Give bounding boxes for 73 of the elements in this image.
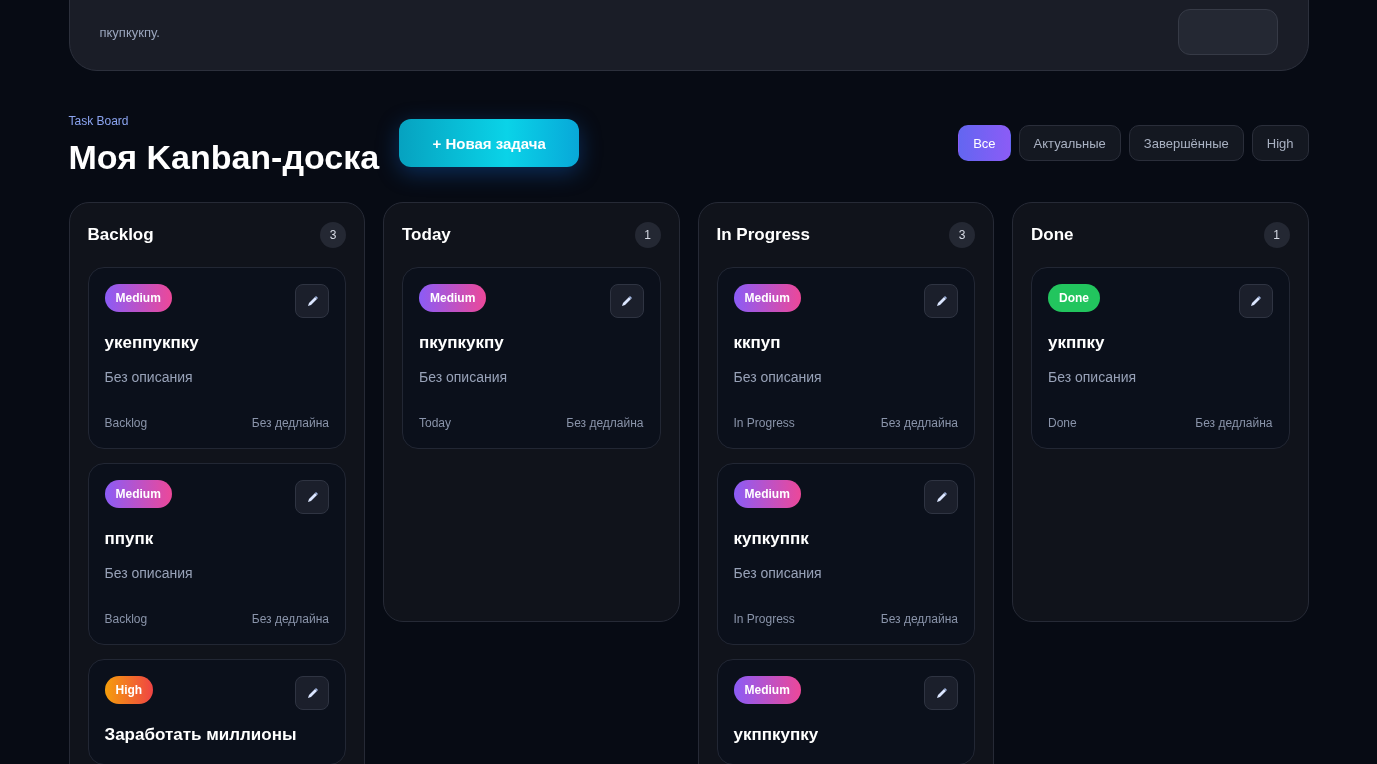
task-description: Без описания: [733, 564, 823, 582]
task-card[interactable]: Medium укеппукпку Без описания Backlog Без дедлайна: [87, 267, 346, 449]
task-card[interactable]: Medium ккпуп Без описания In Progress Без дедлайна: [716, 267, 975, 449]
task-card[interactable]: Medium ппупк Без описания Backlog Без дедлайна: [87, 463, 346, 645]
edit-button[interactable]: [924, 676, 958, 710]
pencil-icon: [620, 294, 633, 308]
task-card[interactable]: Medium пкупкукпу Без описания Today Без дедлайна: [402, 267, 661, 449]
edit-button[interactable]: [1238, 284, 1273, 318]
filter-tab[interactable]: Завершённые: [1128, 125, 1244, 161]
eyebrow-label: Task Board: [68, 113, 130, 129]
task-title: купкуппк: [733, 528, 810, 550]
task-title: укппку: [1048, 332, 1106, 354]
column-title: In Progress: [716, 225, 811, 245]
priority-badge: Medium: [733, 676, 801, 704]
pencil-icon: [305, 686, 319, 700]
filter-tab[interactable]: Актуальные: [1018, 125, 1121, 161]
pencil-icon: [305, 294, 319, 308]
task-status: In Progress: [733, 416, 795, 430]
task-description: Без описания: [419, 368, 509, 386]
count-badge: 3: [949, 222, 975, 248]
task-title: ккпуп: [733, 332, 782, 354]
task-deadline: Без дедлайна: [880, 612, 958, 626]
task-deadline: Без дедлайна: [251, 416, 329, 430]
task-status: In Progress: [733, 612, 795, 626]
edit-button[interactable]: [295, 676, 329, 710]
task-card[interactable]: Medium укппкупку: [716, 659, 975, 764]
edit-button[interactable]: [295, 284, 329, 318]
edit-button[interactable]: [295, 480, 329, 514]
priority-badge: Medium: [104, 480, 172, 508]
task-title: укеппукпку: [104, 332, 200, 354]
task-description: Без описания: [104, 368, 194, 386]
column-title: Today: [402, 225, 451, 245]
task-card[interactable]: Medium купкуппк Без описания In Progress Без дедлайна: [716, 463, 975, 645]
task-title: укппкупку: [733, 724, 820, 746]
edit-button[interactable]: [924, 480, 958, 514]
task-deadline: Без дедлайна: [1195, 416, 1273, 430]
task-status: Today: [419, 416, 452, 430]
task-title: ппупк: [104, 528, 155, 550]
task-description: Без описания: [1048, 368, 1138, 386]
pencil-icon: [1249, 294, 1262, 308]
priority-text: пкупкукпу.: [99, 24, 160, 42]
filter-tab[interactable]: High: [1251, 125, 1309, 161]
task-title: пкупкукпу: [419, 332, 505, 354]
task-status: Backlog: [104, 416, 148, 430]
priority-badge: High: [104, 676, 154, 704]
pencil-icon: [934, 490, 948, 504]
priority-badge: Medium: [733, 284, 801, 312]
task-card[interactable]: High Заработать миллионы: [87, 659, 346, 764]
pencil-icon: [934, 294, 948, 308]
count-badge: 1: [634, 222, 661, 248]
count-badge: 3: [320, 222, 346, 248]
task-deadline: Без дедлайна: [251, 612, 329, 626]
priority-badge: Medium: [733, 480, 801, 508]
edit-button[interactable]: [924, 284, 958, 318]
task-deadline: Без дедлайна: [880, 416, 958, 430]
task-status: Backlog: [104, 612, 148, 626]
priority-badge: Done: [1048, 284, 1100, 312]
priority-badge: Medium: [104, 284, 172, 312]
task-description: Без описания: [733, 368, 823, 386]
task-status: Done: [1048, 416, 1077, 430]
priority-badge: Medium: [419, 284, 487, 312]
edit-button[interactable]: [609, 284, 644, 318]
count-badge: 1: [1263, 222, 1290, 248]
task-deadline: Без дедлайна: [566, 416, 644, 430]
board-title: Моя Kanban-доска: [68, 137, 380, 178]
task-card[interactable]: Done укппку Без описания Done Без дедлайна: [1031, 267, 1290, 449]
column-title: Backlog: [87, 225, 154, 245]
task-title: Заработать миллионы: [104, 724, 298, 746]
pencil-icon: [305, 490, 319, 504]
column-title: Done: [1031, 225, 1074, 245]
pencil-icon: [934, 686, 948, 700]
filter-tab[interactable]: Все: [958, 125, 1011, 161]
task-description: Без описания: [104, 564, 194, 582]
